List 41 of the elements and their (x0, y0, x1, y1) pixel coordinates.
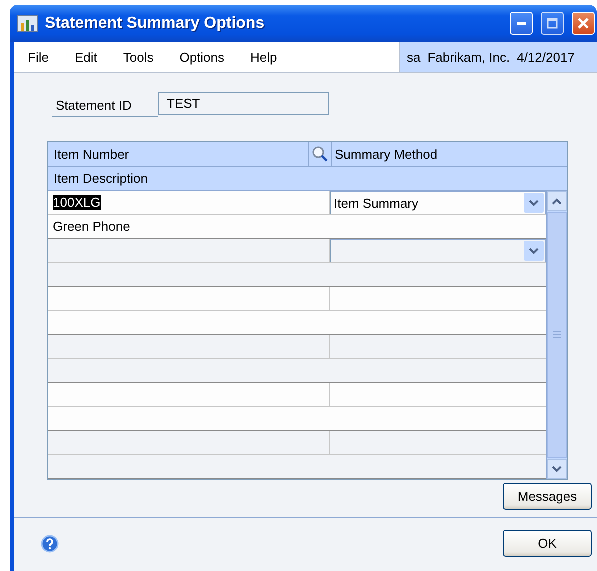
user-date: 4/12/2017 (517, 50, 575, 64)
menu-item[interactable]: File (14, 50, 61, 64)
close-icon (578, 18, 589, 29)
chevron-down-icon (529, 248, 539, 254)
menu-item[interactable]: Edit (60, 50, 110, 64)
column-header[interactable]: Summary Method (332, 146, 438, 162)
minimize-button[interactable] (510, 12, 533, 35)
table-row[interactable] (48, 311, 546, 335)
company-name: Fabrikam, Inc. (428, 50, 510, 64)
statement-id-field[interactable]: TEST (158, 92, 329, 115)
user-name: sa (407, 50, 421, 64)
dropdown-button[interactable] (524, 241, 544, 261)
window-title: Statement Summary Options (45, 14, 266, 32)
chevron-down-icon (529, 200, 539, 206)
item-number-text: 100XLG (53, 195, 101, 210)
messages-button[interactable]: Messages (503, 483, 592, 510)
lookup-button[interactable] (308, 142, 332, 166)
menu-item[interactable]: Tools (109, 50, 166, 64)
chevron-up-icon (552, 198, 562, 204)
search-icon (312, 146, 328, 162)
maximize-button[interactable] (541, 12, 564, 35)
minimize-icon (517, 22, 526, 25)
maximize-icon (547, 18, 558, 29)
chevron-down-icon (552, 466, 562, 472)
table-row[interactable] (48, 407, 546, 431)
menu-item[interactable]: Help (236, 50, 290, 64)
table-row[interactable] (48, 239, 546, 263)
column-header[interactable]: Item Number (48, 146, 308, 162)
dropdown-button[interactable] (524, 193, 544, 213)
column-header[interactable]: Item Description (54, 171, 148, 186)
help-icon[interactable] (41, 534, 59, 552)
grip-icon (553, 331, 561, 339)
close-button[interactable] (572, 12, 595, 35)
summary-method-text: Item Summary (334, 196, 419, 210)
app-icon (17, 14, 39, 34)
item-description-text: Green Phone (53, 219, 130, 234)
scrollbar[interactable] (546, 191, 567, 479)
ok-button[interactable]: OK (503, 530, 592, 557)
menu-item[interactable]: Options (166, 50, 237, 64)
table-row[interactable]: Green Phone (48, 215, 546, 239)
table-row[interactable]: 100XLG Item Summary (48, 191, 546, 215)
